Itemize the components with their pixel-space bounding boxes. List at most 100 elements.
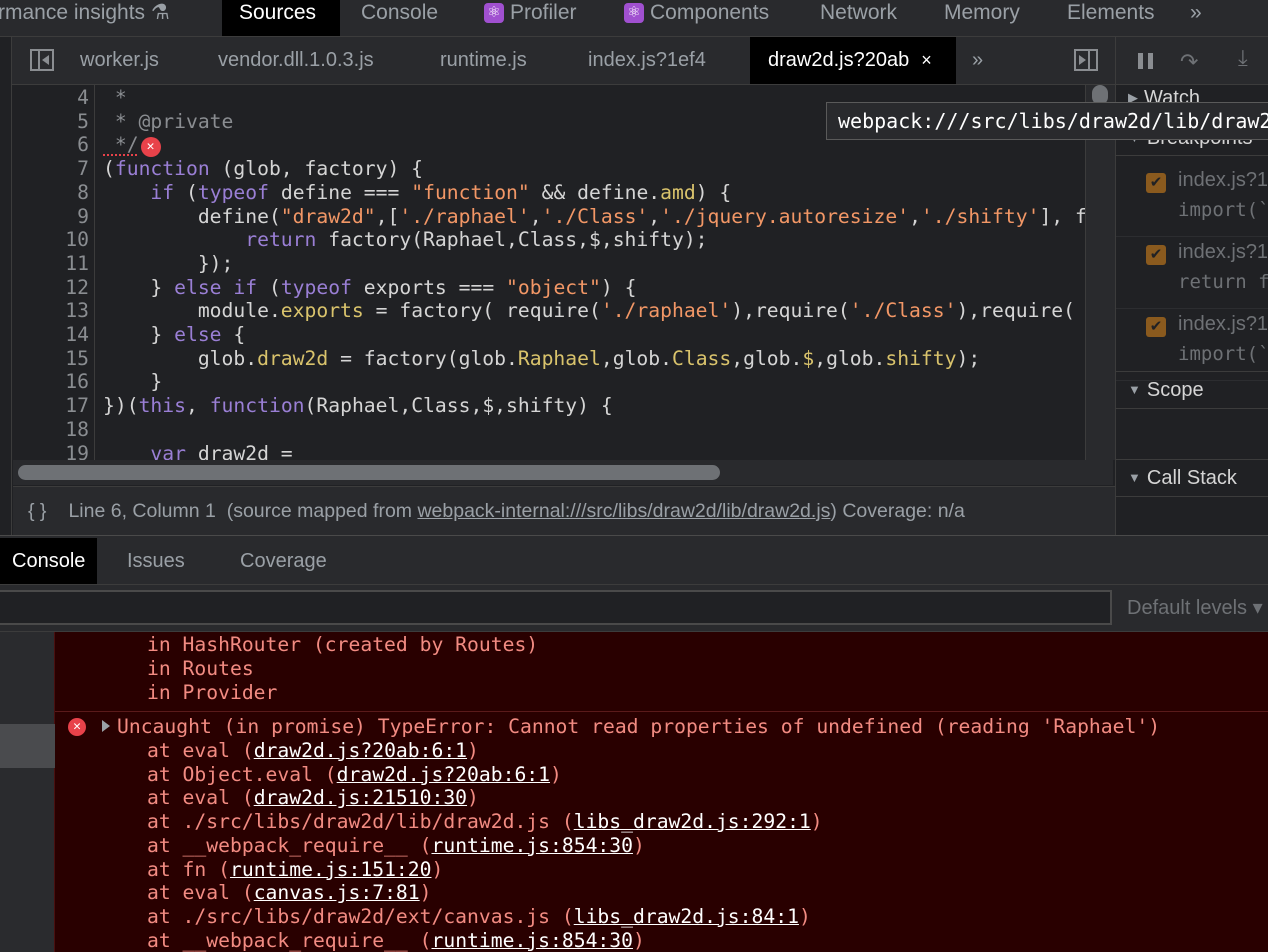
call-stack-section-header[interactable]: ▼ Call Stack [1116,459,1268,497]
code-line[interactable]: * [103,86,127,110]
scope-section-header[interactable]: ▼ Scope [1116,371,1268,409]
code-token-prop: Raphael [517,346,601,370]
checkbox-checked-icon[interactable]: ✔ [1146,173,1166,193]
code-line[interactable]: var draw2d = [103,442,292,461]
tab-console[interactable]: Console [361,0,438,36]
drawer-tab-console[interactable]: Console [0,538,98,584]
code-token-plain: factory(Raphael,Class,$,shifty); [316,228,708,252]
line-number[interactable]: 12 [13,276,89,300]
code-token-plain: = factory(glob. [328,346,518,370]
breakpoint-item[interactable]: ✔index.js?1ef4return f [1116,237,1268,309]
file-tab-vendor[interactable]: vendor.dll.1.0.3.js [218,37,374,84]
line-number[interactable]: 14 [13,323,89,347]
stack-frame-link[interactable]: runtime.js:151:20 [230,858,432,881]
stack-frame-link[interactable]: canvas.js:7:81 [254,881,420,904]
stack-frame-link[interactable]: draw2d.js:21510:30 [254,786,467,809]
code-line[interactable]: return factory(Raphael,Class,$,shifty); [103,228,708,252]
tab-network[interactable]: Network [820,0,897,36]
stack-frame-text: at Object.eval ( [147,762,337,786]
line-number[interactable]: 5 [13,110,89,134]
breakpoint-item[interactable]: ✔index.js?1ef4import(` [1116,165,1268,237]
tab-sources[interactable]: Sources [222,0,340,36]
log-levels-dropdown[interactable]: Default levels ▾ [1127,585,1263,632]
stack-frame-link[interactable]: runtime.js:854:30 [431,929,633,952]
code-token-prop: shifty [885,346,957,370]
line-number[interactable]: 17 [13,394,89,418]
stack-frame-link[interactable]: runtime.js:854:30 [431,834,633,857]
code-token-plain: ,[ [375,204,400,228]
error-squiggle [103,153,137,157]
stack-frame-link[interactable]: draw2d.js?20ab:6:1 [254,739,467,762]
line-number[interactable]: 18 [13,418,89,442]
file-tab-runtime[interactable]: runtime.js [440,37,527,84]
drawer-tab-issues[interactable]: Issues [127,538,185,584]
error-badge-icon[interactable]: ✕ [140,137,161,158]
console-filter-input[interactable] [0,590,1112,625]
tab-memory[interactable]: Memory [944,0,1020,36]
stack-frame: at eval (draw2d.js?20ab:6:1) [147,739,479,763]
stack-frame-text: at eval ( [147,786,254,810]
line-number[interactable]: 11 [13,252,89,276]
stack-frame-link[interactable]: draw2d.js?20ab:6:1 [337,763,550,786]
pretty-print-button[interactable]: { } [28,500,46,522]
file-tab-worker[interactable]: worker.js [80,37,159,84]
code-line[interactable]: } [103,370,162,394]
more-tabs-button[interactable]: » [1190,0,1202,36]
code-line[interactable]: module.exports = factory( require('./rap… [103,299,1075,323]
vertical-scrollbar[interactable] [1085,85,1115,460]
code-line[interactable]: if (typeof define === "function" && defi… [103,181,731,205]
console-messages: in HashRouter (created by Routes) in Rou… [0,632,1268,952]
line-number[interactable]: 13 [13,299,89,323]
code-line[interactable]: glob.draw2d = factory(glob.Raphael,glob.… [103,347,980,371]
code-line[interactable]: }); [103,252,234,276]
tab-components[interactable]: ⚛ Components [624,0,769,36]
tab-elements[interactable]: Elements [1067,0,1155,36]
line-number[interactable]: 16 [13,370,89,394]
stack-frame-link[interactable]: libs_draw2d.js:84:1 [574,905,799,928]
code-editor[interactable]: 4 5 6 7 8 9 10 11 12 13 14 15 16 17 18 19 * * @private … [13,85,1085,460]
code-line[interactable]: */✕ [103,133,161,158]
code-line[interactable]: (function (glob, factory) { [103,157,423,181]
expand-error-icon[interactable] [102,720,110,732]
drawer-tab-coverage[interactable]: Coverage [240,538,327,584]
stack-frame-text: ) [632,833,645,857]
step-over-icon[interactable]: ↷ [1180,49,1198,75]
more-files-button[interactable]: » [972,37,983,84]
line-number[interactable]: 8 [13,181,89,205]
line-number[interactable]: 4 [13,86,89,110]
code-line[interactable]: * @private [103,110,234,134]
step-into-icon[interactable]: ⤓ [1238,45,1248,71]
pause-icon[interactable] [1138,53,1154,69]
tab-profiler[interactable]: ⚛ Profiler [484,0,577,36]
line-number[interactable]: 19 [13,442,89,461]
toggle-debugger-icon[interactable] [1074,49,1098,71]
line-number[interactable]: 15 [13,347,89,371]
code-token-plain: exports === [351,275,507,299]
checkbox-checked-icon[interactable]: ✔ [1146,245,1166,265]
code-line[interactable]: } else { [103,323,245,347]
stack-frame-text: at __webpack_require__ ( [147,833,432,857]
file-tab-draw2d[interactable]: draw2d.js?20ab × [750,37,956,84]
code-line[interactable]: } else if (typeof exports === "object") … [103,276,636,300]
stack-frame-text: ) [798,904,811,928]
close-icon[interactable]: × [921,50,932,70]
code-token-plain: ),require( [956,299,1075,323]
line-gutter[interactable]: 4 5 6 7 8 9 10 11 12 13 14 15 16 17 18 19 [13,85,95,460]
source-map-link[interactable]: webpack-internal:///src/libs/draw2d/lib/… [417,500,830,522]
code-token-plain: ], f [1039,204,1085,228]
stack-frame-link[interactable]: libs_draw2d.js:292:1 [574,810,811,833]
toggle-navigator-icon[interactable] [30,49,54,71]
code-line[interactable]: })(this, function(Raphael,Class,$,shifty… [103,394,613,418]
horizontal-scrollbar[interactable] [13,460,1113,485]
line-number[interactable]: 7 [13,157,89,181]
tab-performance-insights[interactable]: rmance insights ⚗ [0,0,170,36]
file-tab-index[interactable]: index.js?1ef4 [588,37,706,84]
code-line[interactable]: define("draw2d",['./raphael','./Class','… [103,205,1085,229]
line-number[interactable]: 6 [13,133,89,157]
code-token-plain: } [103,323,175,346]
line-number[interactable]: 10 [13,228,89,252]
error-icon: ✕ [68,718,86,736]
line-number[interactable]: 9 [13,205,89,229]
checkbox-checked-icon[interactable]: ✔ [1146,317,1166,337]
